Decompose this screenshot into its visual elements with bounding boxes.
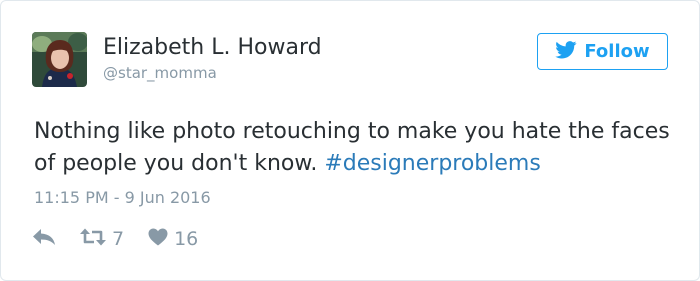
profile-photo [32,32,87,87]
tweet-timestamp[interactable]: 11:15 PM - 9 Jun 2016 [34,188,211,207]
heart-icon [148,228,168,250]
user-handle[interactable]: @star_momma [103,64,217,82]
tweet-actions: 7 16 [32,224,198,254]
twitter-bird-icon [555,40,577,63]
hashtag-link[interactable]: #designerproblems [324,151,541,176]
reply-button[interactable] [32,228,56,250]
retweet-icon [80,228,106,250]
like-button[interactable]: 16 [148,228,198,250]
follow-label: Follow [584,41,650,62]
retweet-button[interactable]: 7 [80,228,124,250]
tweet-card: Elizabeth L. Howard @star_momma Follow N… [0,0,700,281]
tweet-text: Nothing like photo retouching to make yo… [34,116,679,180]
retweet-count: 7 [112,228,125,250]
avatar[interactable] [32,32,87,87]
like-count: 16 [174,228,199,250]
follow-button[interactable]: Follow [537,33,668,70]
reply-icon [32,228,56,250]
user-name[interactable]: Elizabeth L. Howard [103,35,322,60]
